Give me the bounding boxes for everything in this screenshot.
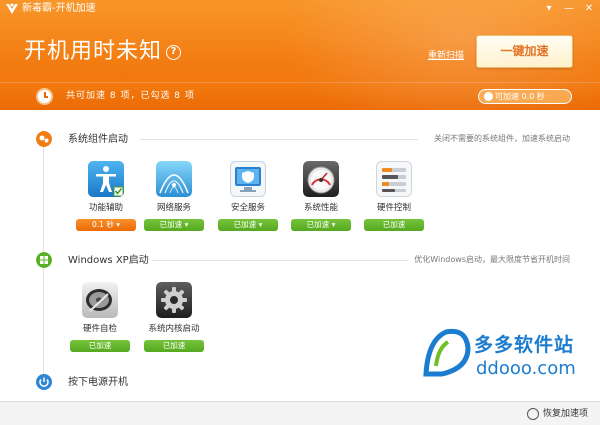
status-badge[interactable]: 已加速 <box>144 340 204 352</box>
title-bar: 新毒霸-开机加速 ▾ — ✕ <box>0 0 600 18</box>
components-icon <box>36 131 52 147</box>
item-security-services[interactable]: 安全服务 已加速 ▾ <box>212 161 284 241</box>
help-icon[interactable]: ? <box>166 45 181 60</box>
section-system-components: 系统组件启动 关闭不需要的系统组件，加速系统启动 <box>0 131 600 149</box>
item-label: 系统内核启动 <box>148 324 200 334</box>
status-badge[interactable]: 已加速 ▾ <box>144 219 204 231</box>
page-title: 开机用时未知 <box>24 39 163 64</box>
window-controls: ▾ — ✕ <box>542 2 596 15</box>
status-badge[interactable]: 已加速 <box>364 219 424 231</box>
windows-logo-icon <box>36 252 52 268</box>
status-badge[interactable]: 已加速 ▾ <box>291 219 351 231</box>
gear-icon <box>156 282 192 318</box>
chevron-down-icon: ▾ <box>116 220 120 229</box>
watermark-logo-icon <box>423 328 471 377</box>
boost-summary: 共可加速 8 项，已勾选 8 项 <box>66 91 195 101</box>
clock-icon <box>484 92 493 101</box>
item-label: 网络服务 <box>156 203 191 213</box>
chevron-down-icon: ▾ <box>258 220 263 229</box>
rescan-link[interactable]: 重新扫描 <box>428 48 464 61</box>
section-windows-xp-startup: Windows XP启动 优化Windows启动，最大限度节省开机时间 <box>0 252 600 270</box>
section-description: 关闭不需要的系统组件，加速系统启动 <box>434 134 570 143</box>
status-badge[interactable]: 0.1 秒 ▾ <box>76 219 136 231</box>
can-boost-text: 可加速 0.0 秒 <box>495 92 545 101</box>
item-post[interactable]: 硬件自检 已加速 <box>64 282 136 362</box>
item-label: 硬件自检 <box>82 324 117 334</box>
divider <box>152 260 408 261</box>
one-click-boost-button[interactable]: 一键加速 <box>476 35 573 68</box>
hard-disk-icon <box>82 282 118 318</box>
item-label: 系统性能 <box>303 203 338 213</box>
status-badge[interactable]: 已加速 <box>70 340 130 352</box>
section-title: Windows XP启动 <box>68 255 149 266</box>
performance-gauge-icon <box>303 161 339 197</box>
item-label: 硬件控制 <box>376 203 411 213</box>
item-accessibility[interactable]: 功能辅助 0.1 秒 ▾ <box>70 161 142 241</box>
minimize-icon[interactable]: — <box>562 2 576 15</box>
watermark-url: ddooo.com <box>476 358 576 379</box>
item-label: 功能辅助 <box>88 203 123 213</box>
security-shield-icon <box>230 161 266 197</box>
status-badge[interactable]: 已加速 ▾ <box>218 219 278 231</box>
watermark: 多多软件站 ddooo.com <box>418 326 588 386</box>
stats-bar: 共可加速 8 项，已勾选 8 项 可加速 0.0 秒 <box>0 82 600 110</box>
header: 新毒霸-开机加速 ▾ — ✕ 开机用时未知 ? 重新扫描 一键加速 共可加速 8… <box>0 0 600 110</box>
restore-label: 恢复加速项 <box>542 409 588 419</box>
footer: 恢复加速项 <box>0 401 600 425</box>
divider <box>140 139 418 140</box>
clock-icon <box>36 88 53 105</box>
item-label: 安全服务 <box>230 203 265 213</box>
chevron-down-icon: ▾ <box>184 220 189 229</box>
power-on-label: 按下电源开机 <box>68 377 128 388</box>
section-description: 优化Windows启动，最大限度节省开机时间 <box>414 255 570 264</box>
chevron-down-icon: ▾ <box>331 220 336 229</box>
hardware-sliders-icon <box>376 161 412 197</box>
section-title: 系统组件启动 <box>68 134 128 145</box>
watermark-name: 多多软件站 <box>474 334 575 356</box>
accessibility-icon <box>88 161 124 197</box>
item-network-services[interactable]: 网络服务 已加速 ▾ <box>138 161 210 241</box>
restore-icon <box>526 408 539 420</box>
item-kernel-startup[interactable]: 系统内核启动 已加速 <box>138 282 210 362</box>
network-icon <box>156 161 192 197</box>
menu-icon[interactable]: ▾ <box>542 2 556 15</box>
item-hardware-control[interactable]: 硬件控制 已加速 <box>358 161 430 241</box>
duba-logo-icon <box>6 3 18 14</box>
window-title: 新毒霸-开机加速 <box>22 3 96 14</box>
can-boost-badge: 可加速 0.0 秒 <box>478 89 572 104</box>
item-system-performance[interactable]: 系统性能 已加速 ▾ <box>285 161 357 241</box>
restore-boost-items-button[interactable]: 恢复加速项 <box>526 408 588 420</box>
power-icon <box>36 374 52 390</box>
close-icon[interactable]: ✕ <box>582 2 596 15</box>
